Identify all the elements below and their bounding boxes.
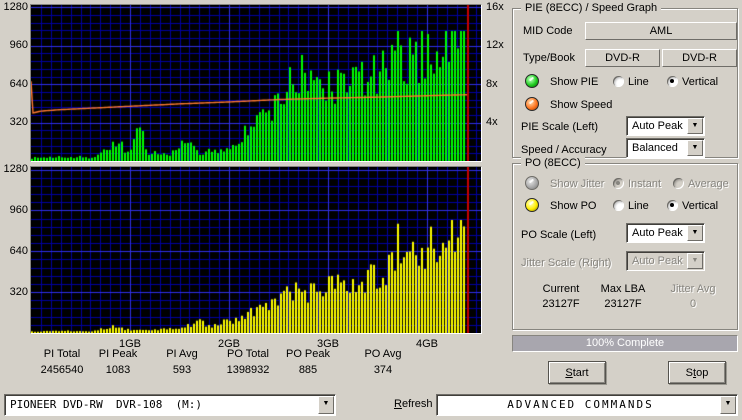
pie-vertical-radio[interactable] — [667, 76, 678, 87]
speed-y-tick: 12x — [486, 39, 504, 51]
start-button[interactable]: Start — [548, 361, 606, 384]
chevron-down-icon[interactable]: ▼ — [687, 225, 703, 241]
show-po-led[interactable] — [525, 198, 539, 212]
jitter-scale-label: Jitter Scale (Right) — [521, 257, 612, 269]
current-label: Current — [542, 283, 580, 295]
jitter-instant-label: Instant — [628, 178, 662, 190]
stat-po-peak: PO Peak 885 — [272, 348, 344, 376]
advanced-commands-select[interactable]: ADVANCED COMMANDS ▼ — [436, 394, 738, 416]
jitter-scale-value: Auto Peak — [632, 255, 683, 267]
stat-label: PO Peak — [285, 348, 331, 360]
chevron-down-icon[interactable]: ▼ — [720, 396, 736, 414]
jitter-average-label: Average — [688, 178, 729, 190]
show-speed-label: Show Speed — [550, 99, 613, 111]
max-lba-label: Max LBA — [600, 283, 646, 295]
pie-scale-select[interactable]: Auto Peak ▼ — [626, 116, 705, 136]
book-value: DVD-R — [662, 49, 737, 67]
jitter-instant-radio — [613, 178, 624, 189]
drive-select-value: PIONEER DVD-RW DVR-108 (M:) — [10, 398, 203, 411]
pie-panel-title: PIE (8ECC) / Speed Graph — [521, 2, 662, 14]
po-scale-select[interactable]: Auto Peak ▼ — [626, 223, 705, 243]
show-pie-led[interactable] — [525, 74, 539, 88]
po-line-label: Line — [628, 200, 649, 212]
stat-pi-peak: PI Peak 1083 — [82, 348, 154, 376]
current-value: 23127F — [542, 298, 580, 310]
pie-line-label: Line — [628, 76, 649, 88]
jitter-scale-select: Auto Peak ▼ — [626, 251, 705, 271]
jitter-avg-label: Jitter Avg — [670, 283, 716, 295]
mid-code-value: AML — [585, 22, 737, 40]
po-graph-canvas — [31, 167, 481, 333]
po-y-tick: 1280 — [3, 163, 28, 175]
po-line-radio[interactable] — [613, 200, 624, 211]
pie-y-tick: 320 — [9, 116, 28, 128]
show-pie-label: Show PIE — [550, 76, 599, 88]
speed-y-tick: 16x — [486, 1, 504, 13]
speed-y-tick: 4x — [486, 116, 498, 128]
jitter-average-radio — [673, 178, 684, 189]
stat-label: PI Avg — [166, 348, 198, 360]
drive-select[interactable]: PIONEER DVD-RW DVR-108 (M:) ▼ — [4, 394, 336, 416]
stat-value: 593 — [172, 364, 192, 376]
refresh-button[interactable]: Refresh — [394, 398, 433, 410]
stat-label: PI Peak — [98, 348, 138, 360]
speed-accuracy-label: Speed / Accuracy — [521, 144, 607, 156]
po-y-tick: 640 — [9, 245, 28, 257]
stat-pi-avg: PI Avg 593 — [146, 348, 218, 376]
show-jitter-label: Show Jitter — [550, 178, 605, 190]
po-y-tick: 320 — [9, 286, 28, 298]
po-panel-title: PO (8ECC) — [521, 157, 585, 169]
jitter-avg-value: 0 — [689, 298, 697, 310]
pie-scale-value: Auto Peak — [632, 120, 683, 132]
speed-y-tick: 8x — [486, 78, 498, 90]
stop-button[interactable]: Stop — [668, 361, 726, 384]
pie-speed-panel: PIE (8ECC) / Speed Graph MID Code AML Ty… — [512, 2, 738, 158]
speed-accuracy-value: Balanced — [632, 142, 678, 154]
po-graph — [30, 166, 482, 334]
pie-scale-label: PIE Scale (Left) — [521, 121, 599, 133]
po-scale-value: Auto Peak — [632, 227, 683, 239]
chevron-down-icon[interactable]: ▼ — [687, 140, 703, 156]
pie-y-tick: 1280 — [3, 1, 28, 13]
show-speed-led[interactable] — [525, 97, 539, 111]
pie-vertical-label: Vertical — [682, 76, 719, 88]
progress-bar: 100% Complete — [512, 335, 738, 352]
progress-text: 100% Complete — [585, 337, 665, 349]
pie-speed-graph — [30, 4, 482, 162]
type-value: DVD-R — [585, 49, 660, 67]
pie-line-radio[interactable] — [613, 76, 624, 87]
show-po-label: Show PO — [550, 200, 597, 212]
advanced-commands-value: ADVANCED COMMANDS — [507, 398, 654, 411]
po-vertical-radio[interactable] — [667, 200, 678, 211]
stat-value: 885 — [298, 364, 318, 376]
chevron-down-icon[interactable]: ▼ — [318, 396, 334, 414]
po-y-tick: 960 — [9, 204, 28, 216]
po-vertical-label: Vertical — [682, 200, 719, 212]
chevron-down-icon: ▼ — [687, 253, 703, 269]
speed-accuracy-select[interactable]: Balanced ▼ — [626, 138, 705, 158]
pie-y-tick: 640 — [9, 78, 28, 90]
stat-value: 374 — [373, 364, 393, 376]
stat-label: PO Avg — [364, 348, 402, 360]
stat-value: 1083 — [105, 364, 131, 376]
po-panel: PO (8ECC) Show Jitter Instant Average Sh… — [512, 157, 738, 330]
stat-po-avg: PO Avg 374 — [347, 348, 419, 376]
type-book-label: Type/Book — [523, 52, 575, 64]
po-scale-label: PO Scale (Left) — [521, 229, 597, 241]
show-jitter-led — [525, 176, 539, 190]
chevron-down-icon[interactable]: ▼ — [687, 118, 703, 134]
max-lba-value: 23127F — [604, 298, 642, 310]
pie-y-tick: 960 — [9, 39, 28, 51]
pie-graph-canvas — [31, 5, 481, 161]
mid-code-label: MID Code — [523, 25, 573, 37]
